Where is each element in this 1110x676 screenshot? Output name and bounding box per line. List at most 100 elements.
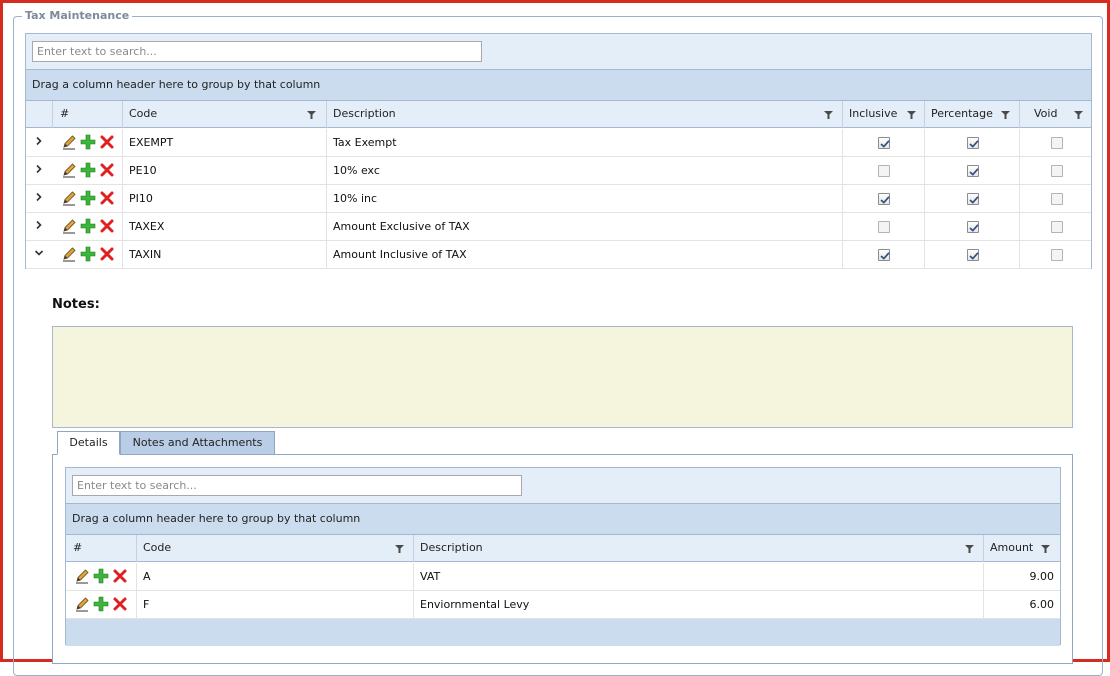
add-plus-icon[interactable]	[80, 218, 96, 234]
notes-field[interactable]	[52, 326, 1073, 428]
header-void[interactable]: Void	[1020, 101, 1093, 128]
add-plus-icon[interactable]	[80, 190, 96, 206]
cell-code[interactable]: PE10	[123, 157, 327, 185]
void-checkbox[interactable]	[1051, 221, 1063, 233]
void-checkbox[interactable]	[1051, 165, 1063, 177]
percentage-checkbox[interactable]	[967, 193, 979, 205]
delete-x-icon[interactable]	[99, 162, 115, 178]
group-panel[interactable]: Drag a column header here to group by th…	[26, 70, 1091, 101]
header-inclusive[interactable]: Inclusive	[843, 101, 925, 128]
edit-pencil-icon[interactable]	[61, 162, 77, 178]
table-row[interactable]: PI10 10% inc	[26, 185, 1091, 213]
header-description-label: Description	[333, 107, 396, 120]
table-row[interactable]: TAXEX Amount Exclusive of TAX	[26, 213, 1091, 241]
header-inclusive-label: Inclusive	[849, 107, 898, 120]
edit-pencil-icon[interactable]	[61, 218, 77, 234]
header-code[interactable]: Code	[123, 101, 327, 128]
chevron-right-icon[interactable]	[34, 192, 44, 202]
tab-notes-and-attachments[interactable]: Notes and Attachments	[120, 431, 275, 455]
search-input[interactable]	[32, 41, 482, 62]
tab-details[interactable]: Details	[57, 431, 120, 455]
delete-x-icon[interactable]	[99, 218, 115, 234]
cell-amount[interactable]: 9.00	[984, 563, 1060, 591]
cell-description[interactable]: Enviornmental Levy	[414, 591, 984, 619]
chevron-right-icon[interactable]	[34, 136, 44, 146]
table-row[interactable]: F Enviornmental Levy 6.00	[66, 591, 1060, 619]
edit-pencil-icon[interactable]	[61, 190, 77, 206]
edit-pencil-icon[interactable]	[74, 568, 90, 584]
chevron-right-icon[interactable]	[34, 164, 44, 174]
cell-description[interactable]: 10% inc	[327, 185, 843, 213]
delete-x-icon[interactable]	[99, 246, 115, 262]
add-plus-icon[interactable]	[80, 134, 96, 150]
inclusive-checkbox[interactable]	[878, 249, 890, 261]
void-checkbox[interactable]	[1051, 137, 1063, 149]
edit-pencil-icon[interactable]	[74, 596, 90, 612]
chevron-down-icon[interactable]	[34, 248, 44, 258]
detail-row-actions	[74, 596, 130, 614]
cell-description[interactable]: VAT	[414, 563, 984, 591]
header-code-label: Code	[129, 107, 158, 120]
cell-code[interactable]: A	[137, 563, 414, 591]
cell-description[interactable]: Tax Exempt	[327, 129, 843, 157]
filter-icon[interactable]	[1041, 545, 1050, 553]
detail-header-amount[interactable]: Amount	[984, 535, 1060, 562]
detail-header-amount-label: Amount	[990, 541, 1034, 554]
row-actions	[61, 246, 117, 264]
cell-description[interactable]: 10% exc	[327, 157, 843, 185]
filter-icon[interactable]	[965, 545, 974, 553]
row-actions	[61, 134, 117, 152]
header-percentage[interactable]: Percentage	[925, 101, 1020, 128]
table-row[interactable]: A VAT 9.00	[66, 563, 1060, 591]
void-checkbox[interactable]	[1051, 249, 1063, 261]
delete-x-icon[interactable]	[112, 568, 128, 584]
cell-code[interactable]: PI10	[123, 185, 327, 213]
filter-icon[interactable]	[1074, 111, 1083, 119]
delete-x-icon[interactable]	[99, 134, 115, 150]
header-num[interactable]: #	[53, 101, 123, 128]
detail-header-code[interactable]: Code	[137, 535, 414, 562]
detail-search-panel	[66, 468, 1060, 504]
table-row[interactable]: PE10 10% exc	[26, 157, 1091, 185]
detail-search-input[interactable]	[72, 475, 522, 496]
add-plus-icon[interactable]	[93, 568, 109, 584]
delete-x-icon[interactable]	[112, 596, 128, 612]
detail-header-num[interactable]: #	[66, 535, 137, 562]
cell-code[interactable]: EXEMPT	[123, 129, 327, 157]
table-row[interactable]: EXEMPT Tax Exempt	[26, 129, 1091, 157]
detail-group-panel[interactable]: Drag a column header here to group by th…	[66, 504, 1060, 535]
inclusive-checkbox[interactable]	[878, 165, 890, 177]
filter-icon[interactable]	[395, 545, 404, 553]
void-checkbox[interactable]	[1051, 193, 1063, 205]
detail-header-description[interactable]: Description	[414, 535, 984, 562]
cell-code[interactable]: F	[137, 591, 414, 619]
inclusive-checkbox[interactable]	[878, 221, 890, 233]
percentage-checkbox[interactable]	[967, 249, 979, 261]
percentage-checkbox[interactable]	[967, 137, 979, 149]
header-description[interactable]: Description	[327, 101, 843, 128]
delete-x-icon[interactable]	[99, 190, 115, 206]
chevron-right-icon[interactable]	[34, 220, 44, 230]
cell-description[interactable]: Amount Inclusive of TAX	[327, 241, 843, 269]
cell-amount[interactable]: 6.00	[984, 591, 1060, 619]
cell-code[interactable]: TAXEX	[123, 213, 327, 241]
filter-icon[interactable]	[1001, 111, 1010, 119]
detail-row-actions	[74, 568, 130, 586]
percentage-checkbox[interactable]	[967, 165, 979, 177]
search-panel	[26, 34, 1091, 70]
percentage-checkbox[interactable]	[967, 221, 979, 233]
cell-code[interactable]: TAXIN	[123, 241, 327, 269]
add-plus-icon[interactable]	[93, 596, 109, 612]
edit-pencil-icon[interactable]	[61, 246, 77, 262]
notes-label: Notes:	[52, 297, 100, 312]
inclusive-checkbox[interactable]	[878, 193, 890, 205]
filter-icon[interactable]	[824, 111, 833, 119]
filter-icon[interactable]	[907, 111, 916, 119]
add-plus-icon[interactable]	[80, 162, 96, 178]
cell-description[interactable]: Amount Exclusive of TAX	[327, 213, 843, 241]
inclusive-checkbox[interactable]	[878, 137, 890, 149]
filter-icon[interactable]	[307, 111, 316, 119]
edit-pencil-icon[interactable]	[61, 134, 77, 150]
table-row[interactable]: TAXIN Amount Inclusive of TAX	[26, 241, 1091, 269]
add-plus-icon[interactable]	[80, 246, 96, 262]
